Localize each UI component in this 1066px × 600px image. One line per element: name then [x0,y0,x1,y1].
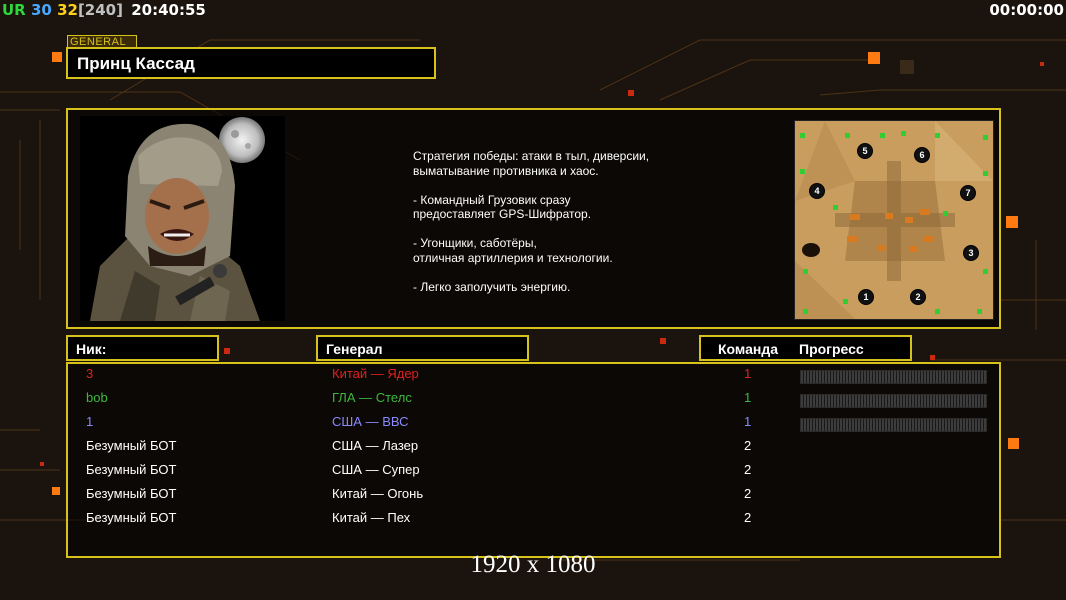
player-nick: bob [86,390,108,405]
minimap-marker [800,169,805,174]
minimap-marker [943,211,948,216]
player-progress-bar [800,370,987,384]
player-nick: 1 [86,414,94,429]
column-header-general: Генерал [316,335,529,361]
player-general: Китай — Пех [332,510,411,525]
minimap-start-3: 3 [963,245,979,261]
player-team: 2 [744,510,752,525]
minimap-marker [983,135,988,140]
general-portrait [80,116,285,321]
minimap-start-2: 2 [910,289,926,305]
system-clock: 20:40:55 [131,1,206,19]
minimap-start-6: 6 [914,147,930,163]
player-nick: Безумный БОТ [86,486,177,501]
column-header-nick: Ник: [66,335,219,361]
fps-average: 32 [57,1,78,19]
minimap-marker [935,133,940,138]
column-header-team-progress-box: Команда Прогресс [699,335,912,361]
fps-current: 30 [30,1,52,19]
player-nick: Безумный БОТ [86,438,177,453]
player-nick: Безумный БОТ [86,510,177,525]
column-header-team: Команда [718,341,778,357]
player-general: Китай — Огонь [332,486,424,501]
minimap-marker [880,133,885,138]
general-name: Принц Кассад [77,54,195,73]
player-row: Безумный БОТ США — Супер 2 [68,462,998,486]
minimap-marker [800,133,805,138]
player-nick: 3 [86,366,94,381]
player-general: ГЛА — Стелс [332,390,412,405]
column-header-progress: Прогресс [799,341,864,357]
player-team: 2 [744,438,752,453]
minimap-marker [845,133,850,138]
player-row: 3 Китай — Ядер 1 [68,366,998,390]
gpu-label: UR [2,1,26,19]
player-team: 1 [744,414,752,429]
player-team: 1 [744,366,752,381]
game-timer: 00:00:00 [989,1,1064,19]
player-team: 1 [744,390,752,405]
player-row: Безумный БОТ Китай — Огонь 2 [68,486,998,510]
minimap-marker [833,205,838,210]
minimap-marker [803,269,808,274]
fps-cap: [240] [77,1,123,19]
minimap-marker [977,309,982,314]
player-row: 1 США — ВВС 1 [68,414,998,438]
player-row: Безумный БОТ США — Лазер 2 [68,438,998,462]
resolution-label: 1920 x 1080 [470,551,596,578]
player-general: США — ВВС [332,414,409,429]
player-team: 2 [744,486,752,501]
player-nick: Безумный БОТ [86,462,177,477]
minimap-start-5: 5 [857,143,873,159]
minimap: 5 6 4 7 3 1 2 [794,120,994,320]
player-progress-bar [800,418,987,432]
player-team: 2 [744,462,752,477]
general-name-box: Принц Кассад [66,47,436,79]
player-row: bob ГЛА — Стелс 1 [68,390,998,414]
player-general: США — Супер [332,462,420,477]
minimap-marker [843,299,848,304]
minimap-start-1: 1 [858,289,874,305]
player-general: США — Лазер [332,438,419,453]
minimap-start-4: 4 [809,183,825,199]
player-general: Китай — Ядер [332,366,419,381]
minimap-marker [803,309,808,314]
minimap-start-7: 7 [960,185,976,201]
minimap-marker [983,171,988,176]
portrait-image [90,117,265,321]
general-description: Стратегия победы: атаки в тыл, диверсии,… [413,149,650,294]
minimap-marker [983,269,988,274]
fps-overlay: UR 30 32[240] 20:40:55 [2,1,206,19]
minimap-terrain [795,121,993,319]
minimap-marker [901,131,906,136]
player-row: Безумный БОТ Китай — Пех 2 [68,510,998,534]
minimap-marker [935,309,940,314]
player-progress-bar [800,394,987,408]
